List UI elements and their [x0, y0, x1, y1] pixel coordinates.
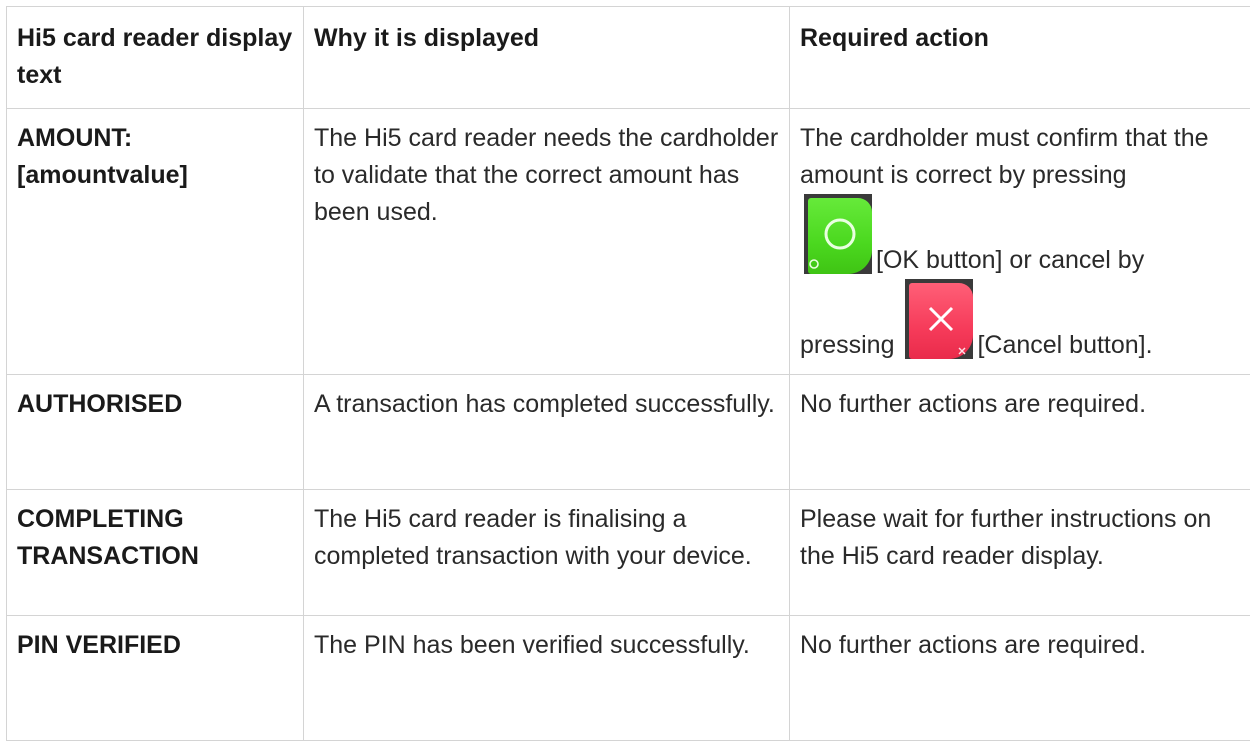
- table-row: AMOUNT: [amountvalue] The Hi5 card reade…: [7, 109, 1250, 375]
- action-text: pressing: [800, 331, 895, 359]
- action-text: [Cancel button].: [977, 331, 1152, 359]
- cancel-button-icon: [905, 279, 973, 359]
- action-cell: No further actions are required.: [790, 616, 1250, 741]
- display-text-cell: PIN VERIFIED: [7, 616, 304, 741]
- reason-cell: The Hi5 card reader needs the cardholder…: [304, 109, 790, 375]
- display-text-cell: AUTHORISED: [7, 375, 304, 490]
- display-messages-table: Hi5 card reader display text Why it is d…: [6, 6, 1250, 741]
- ok-button-icon: [804, 194, 872, 274]
- table-row: COMPLETING TRANSACTION The Hi5 card read…: [7, 490, 1250, 616]
- table-row: AUTHORISED A transaction has completed s…: [7, 375, 1250, 490]
- reason-cell: The PIN has been verified successfully.: [304, 616, 790, 741]
- display-text-cell: COMPLETING TRANSACTION: [7, 490, 304, 616]
- action-text: The cardholder must confirm that the amo…: [800, 124, 1209, 189]
- table-row: PIN VERIFIED The PIN has been verified s…: [7, 616, 1250, 741]
- action-cell: Please wait for further instructions on …: [790, 490, 1250, 616]
- action-cell: No further actions are required.: [790, 375, 1250, 490]
- reason-cell: The Hi5 card reader is finalising a comp…: [304, 490, 790, 616]
- header-required-action: Required action: [790, 7, 1250, 109]
- action-text: [OK button] or cancel by: [876, 246, 1144, 274]
- display-text-cell: AMOUNT: [amountvalue]: [7, 109, 304, 375]
- header-display-text: Hi5 card reader display text: [7, 7, 304, 109]
- header-why-displayed: Why it is displayed: [304, 7, 790, 109]
- table-header-row: Hi5 card reader display text Why it is d…: [7, 7, 1250, 109]
- action-cell: The cardholder must confirm that the amo…: [790, 109, 1250, 375]
- reason-cell: A transaction has completed successfully…: [304, 375, 790, 490]
